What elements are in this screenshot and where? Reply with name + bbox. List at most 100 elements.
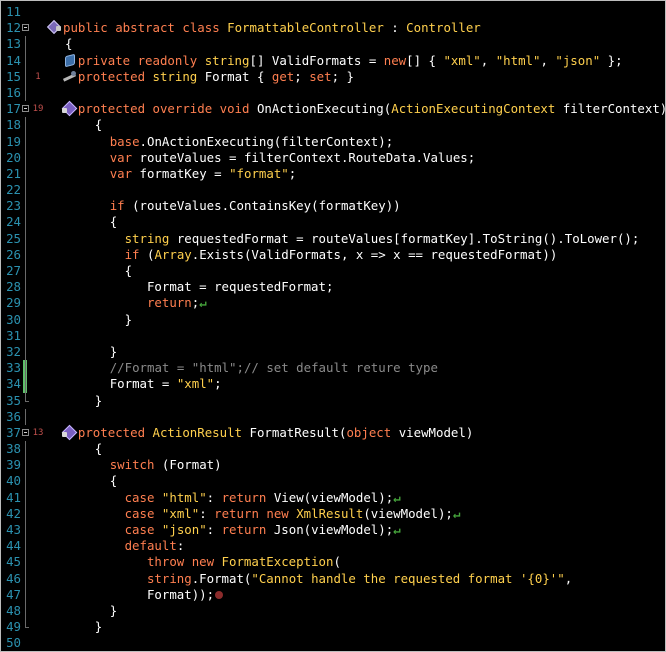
- fold-guide: [25, 52, 26, 69]
- code-text: public abstract class FormattableControl…: [47, 20, 481, 36]
- line-number: 40: [6, 473, 21, 489]
- code-text: switch (Format): [110, 457, 222, 473]
- code-line[interactable]: 33 //Format = "html";// set default retur…: [1, 360, 665, 377]
- code-token: var: [109, 165, 133, 181]
- code-line[interactable]: 13 {: [1, 36, 665, 53]
- line-number: 44: [6, 538, 21, 554]
- code-line[interactable]: 48}: [1, 602, 665, 620]
- fold-guide: [25, 84, 26, 102]
- code-line[interactable]: 14 private readonly string[] ValidFormats…: [1, 52, 665, 69]
- code-text: string.Format("Cannot handle the request…: [147, 571, 572, 587]
- fold-guide: [25, 360, 26, 377]
- line-number: 11: [6, 4, 21, 19]
- code-line[interactable]: 18 {: [1, 117, 665, 134]
- reference-count[interactable]: 13: [27, 425, 49, 441]
- code-line[interactable]: 16: [1, 84, 665, 102]
- code-token: FormatResult(: [242, 424, 347, 440]
- code-token: :: [206, 489, 222, 505]
- code-line[interactable]: 19 base.OnActionExecuting(filterContext);: [1, 133, 665, 150]
- code-token: ;: [288, 165, 297, 181]
- code-line[interactable]: 12 public abstract class FormattableContr…: [1, 20, 665, 36]
- code-line[interactable]: 40 {: [1, 473, 665, 490]
- code-editor[interactable]: 11 12 public abstract class FormattableCon…: [0, 0, 666, 652]
- code-token: default: [124, 538, 177, 554]
- code-line[interactable]: 28 Format = requestedFormat;: [1, 279, 665, 296]
- code-line[interactable]: 27 {: [1, 263, 665, 280]
- code-token: (: [139, 246, 155, 262]
- code-line[interactable]: 49}: [1, 619, 665, 635]
- code-text: }: [125, 312, 132, 328]
- line-return-icon: ↵: [393, 489, 401, 505]
- code-token: ,: [564, 570, 573, 586]
- line-number: 15: [6, 68, 21, 84]
- code-token: "html": [495, 52, 541, 68]
- line-number: 31: [6, 327, 21, 343]
- code-token: base: [109, 133, 140, 149]
- code-line[interactable]: 41 case "html": return View(viewModel);↵: [1, 489, 665, 506]
- code-line[interactable]: 43 case "json": return Json(viewModel);↵: [1, 522, 665, 539]
- code-token: "json": [555, 52, 601, 68]
- line-number: 14: [6, 52, 21, 68]
- code-line[interactable]: 17 19 protected override void OnActionExec…: [1, 101, 665, 117]
- fold-guide: [25, 327, 26, 344]
- code-line[interactable]: 45 throw new FormatException(: [1, 554, 665, 571]
- code-line[interactable]: 20 var routeValues = filterContext.RouteD…: [1, 149, 665, 166]
- code-line[interactable]: 34 Format = "xml";: [1, 376, 665, 393]
- code-token: ActionResult: [152, 424, 243, 440]
- code-line[interactable]: 30}: [1, 311, 665, 328]
- line-number: 23: [6, 198, 21, 214]
- code-line[interactable]: 35}: [1, 392, 665, 409]
- code-line[interactable]: 26 if (Array.Exists(ValidFormats, x => x …: [1, 246, 665, 263]
- code-line[interactable]: 25 string requestedFormat = routeValues[f…: [1, 230, 665, 247]
- line-number: 20: [6, 149, 21, 165]
- code-line[interactable]: 39 switch (Format): [1, 457, 665, 474]
- code-line[interactable]: 37 13 protected ActionResult FormatResult(…: [1, 425, 665, 441]
- code-token: new: [383, 52, 407, 68]
- code-line[interactable]: 32}: [1, 343, 665, 361]
- code-token: {: [109, 214, 118, 230]
- code-line[interactable]: 24 {: [1, 214, 665, 231]
- code-line[interactable]: 15 1 protected string Format { get; set; }: [1, 68, 665, 85]
- code-line[interactable]: 11: [1, 4, 665, 20]
- code-line[interactable]: 42 case "xml": return new XmlResult(viewM…: [1, 505, 665, 522]
- code-line[interactable]: 38 {: [1, 441, 665, 458]
- code-line[interactable]: 36: [1, 408, 665, 425]
- code-token: filterContext): [555, 101, 666, 117]
- code-token: set: [309, 68, 332, 84]
- code-token: case: [124, 489, 162, 505]
- code-token: }: [94, 392, 103, 408]
- code-token: return: [221, 489, 274, 505]
- collapse-toggle-icon[interactable]: [22, 24, 29, 32]
- fold-guide: [25, 408, 26, 425]
- fold-guide: [25, 473, 26, 490]
- code-token: (: [333, 554, 341, 570]
- code-token: if: [109, 198, 125, 214]
- code-token: View(viewModel);: [273, 489, 394, 505]
- code-line[interactable]: 29 return;↵: [1, 295, 665, 312]
- fold-guide: [25, 554, 26, 571]
- code-line[interactable]: 23 if (routeValues.ContainsKey(formatKey)…: [1, 198, 665, 215]
- code-line[interactable]: 50: [1, 635, 665, 651]
- code-line[interactable]: 31: [1, 327, 665, 344]
- code-text: Format = "xml";: [110, 376, 222, 392]
- line-number: 39: [6, 457, 21, 473]
- code-text: {: [95, 117, 102, 133]
- line-number: 18: [6, 117, 21, 133]
- code-line[interactable]: 44 default:: [1, 538, 665, 555]
- code-line[interactable]: 46 string.Format("Cannot handle the reque…: [1, 570, 665, 587]
- line-number: 35: [6, 392, 21, 408]
- code-line[interactable]: 47 Format));: [1, 586, 665, 603]
- reference-count[interactable]: 1: [27, 69, 49, 85]
- line-number: 33: [6, 360, 21, 376]
- code-token: protected override void: [77, 101, 257, 117]
- code-text: case "json": return Json(viewModel);↵: [125, 522, 401, 538]
- fold-guide: [25, 489, 26, 506]
- code-line[interactable]: 22: [1, 182, 665, 199]
- line-number: 38: [6, 441, 21, 457]
- code-token: FormatException: [221, 554, 334, 570]
- code-line[interactable]: 21 var formatKey = "format";: [1, 165, 665, 183]
- line-number: 26: [6, 246, 21, 262]
- reference-count[interactable]: 19: [27, 101, 49, 117]
- code-text: if (routeValues.ContainsKey(formatKey)): [110, 198, 401, 214]
- fold-guide: [25, 165, 26, 183]
